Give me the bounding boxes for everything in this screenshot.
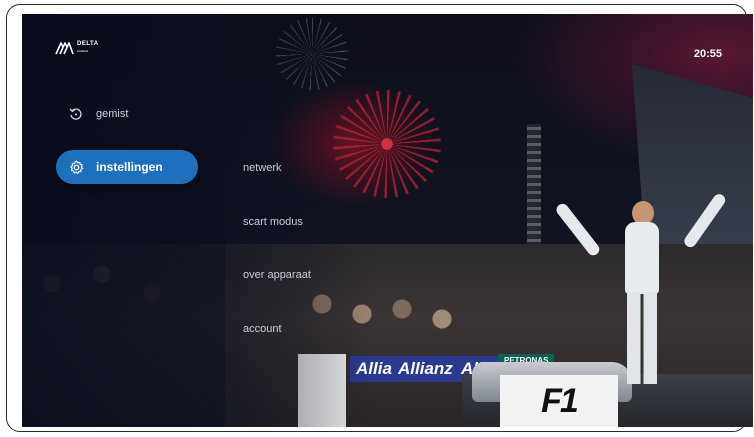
sidebar-item-label: gemist xyxy=(96,108,129,120)
settings-item-account[interactable]: account xyxy=(243,323,282,335)
sidebar-item-gemist[interactable]: gemist xyxy=(56,97,128,131)
settings-item-netwerk[interactable]: netwerk xyxy=(243,162,282,174)
clock: 20:55 xyxy=(693,48,722,60)
sidebar-item-instellingen[interactable]: instellingen xyxy=(56,150,198,184)
settings-item-over-apparaat[interactable]: over apparaat xyxy=(243,269,311,281)
logo-text: DELTA mobiel xyxy=(77,41,99,53)
sidebar xyxy=(22,14,225,427)
delta-logo: DELTA mobiel xyxy=(55,41,99,55)
replay-icon xyxy=(68,106,84,122)
tv-screen: Allianz Allianz Allianz PETRONAS F1 DELT… xyxy=(22,14,753,427)
delta-wave-icon xyxy=(55,42,74,55)
settings-item-scart-modus[interactable]: scart modus xyxy=(243,216,303,228)
f1-logo: F1 xyxy=(541,381,579,420)
driver-celebrating xyxy=(554,184,728,384)
sponsor-banner: Allianz xyxy=(392,356,459,382)
gear-icon xyxy=(68,159,84,175)
sidebar-item-label: instellingen xyxy=(96,160,163,174)
